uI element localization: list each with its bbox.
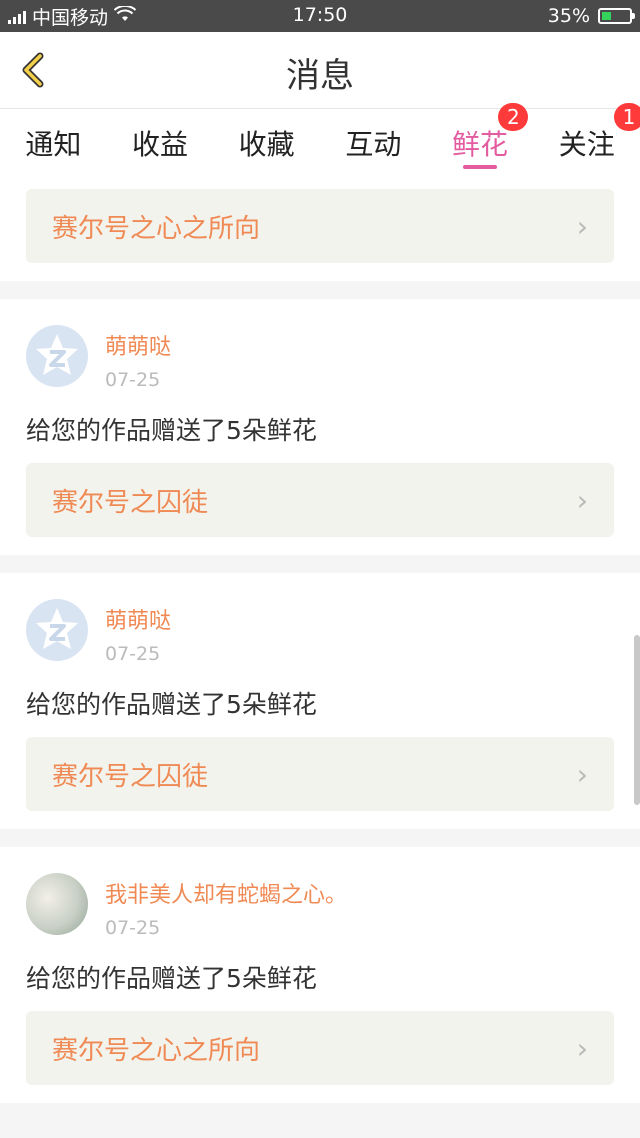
message-date: 07-25 — [105, 369, 161, 391]
battery-percent: 35% — [547, 5, 590, 27]
work-title: 赛尔号之心之所向 — [52, 1035, 261, 1066]
avatar[interactable] — [26, 325, 88, 387]
message-date: 07-25 — [105, 917, 161, 939]
work-link[interactable]: 赛尔号之心之所向 › — [26, 189, 614, 263]
tab-badge: 2 — [498, 103, 529, 131]
avatar[interactable] — [26, 873, 88, 935]
tab-bar: 通知 收益 收藏 互动 鲜花 2 关注 1 — [0, 103, 640, 179]
work-link[interactable]: 赛尔号之囚徒 › — [26, 463, 614, 537]
tab-label: 互动 — [345, 128, 402, 161]
battery-icon — [598, 8, 635, 24]
work-link[interactable]: 赛尔号之囚徒 › — [26, 737, 614, 811]
work-link[interactable]: 赛尔号之心之所向 › — [26, 1011, 614, 1085]
tab-label: 收藏 — [238, 128, 295, 161]
chevron-right-icon: › — [576, 757, 588, 791]
message-feed: 赛尔号之心之所向 › 萌萌哒 07-25 给您的作品赠送了5朵鲜花 赛尔号之囚徒… — [0, 179, 640, 1121]
tab-flowers[interactable]: 鲜花 2 — [427, 103, 534, 179]
status-right: 35% — [547, 0, 635, 32]
username[interactable]: 萌萌哒 — [105, 329, 171, 361]
tab-notice[interactable]: 通知 — [0, 109, 107, 179]
tab-label: 通知 — [25, 128, 82, 161]
username[interactable]: 萌萌哒 — [105, 603, 171, 635]
work-title: 赛尔号之囚徒 — [52, 761, 209, 792]
tab-label: 关注 — [558, 128, 615, 161]
tab-label: 收益 — [132, 128, 189, 161]
default-z-icon — [36, 334, 78, 375]
user-row: 我非美人却有蛇蝎之心。 07-25 — [26, 873, 614, 939]
message-text: 给您的作品赠送了5朵鲜花 — [26, 690, 317, 719]
tab-favorites[interactable]: 收藏 — [213, 109, 320, 179]
tab-label: 鲜花 — [452, 128, 509, 161]
wifi-icon — [113, 4, 137, 26]
default-z-icon — [36, 608, 78, 649]
message-text: 给您的作品赠送了5朵鲜花 — [26, 416, 317, 445]
user-info: 我非美人却有蛇蝎之心。 07-25 — [105, 873, 347, 939]
user-row: 萌萌哒 07-25 — [26, 325, 614, 391]
tab-earnings[interactable]: 收益 — [107, 109, 214, 179]
user-row: 萌萌哒 07-25 — [26, 599, 614, 665]
active-tab-indicator — [463, 165, 498, 169]
work-title: 赛尔号之心之所向 — [52, 213, 261, 244]
user-info: 萌萌哒 07-25 — [105, 325, 171, 391]
message-card: 赛尔号之心之所向 › — [0, 179, 640, 281]
signal-icon — [8, 8, 26, 24]
carrier-label: 中国移动 — [32, 6, 109, 29]
header: 消息 — [0, 32, 640, 109]
chevron-right-icon: › — [576, 209, 588, 243]
message-card: 我非美人却有蛇蝎之心。 07-25 给您的作品赠送了5朵鲜花 赛尔号之心之所向 … — [0, 847, 640, 1103]
username[interactable]: 我非美人却有蛇蝎之心。 — [105, 877, 347, 909]
status-left: 中国移动 — [8, 0, 137, 32]
work-title: 赛尔号之囚徒 — [52, 487, 209, 518]
chevron-right-icon: › — [576, 1031, 588, 1065]
user-info: 萌萌哒 07-25 — [105, 599, 171, 665]
message-card: 萌萌哒 07-25 给您的作品赠送了5朵鲜花 赛尔号之囚徒 › — [0, 299, 640, 555]
page-title: 消息 — [286, 56, 354, 96]
chevron-right-icon: › — [576, 483, 588, 517]
scrollbar[interactable] — [634, 635, 640, 805]
message-card: 萌萌哒 07-25 给您的作品赠送了5朵鲜花 赛尔号之囚徒 › — [0, 573, 640, 829]
avatar[interactable] — [26, 599, 88, 661]
message-date: 07-25 — [105, 643, 161, 665]
message-text: 给您的作品赠送了5朵鲜花 — [26, 964, 317, 993]
tab-badge: 1 — [614, 103, 640, 131]
tab-follow[interactable]: 关注 1 — [533, 103, 640, 179]
tab-interaction[interactable]: 互动 — [320, 109, 427, 179]
status-bar: 中国移动 17:50 35% — [0, 0, 640, 32]
